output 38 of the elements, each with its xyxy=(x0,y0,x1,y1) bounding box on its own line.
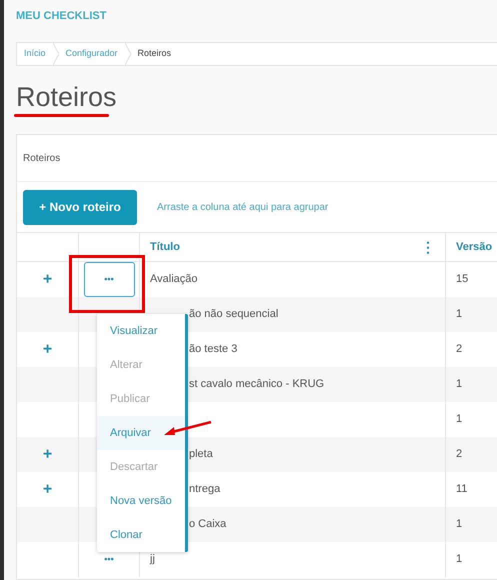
table-cell-text: o Caixa xyxy=(189,517,226,532)
page-title: Roteiros xyxy=(16,84,117,111)
table-cell-text: 1 xyxy=(456,412,462,428)
breadcrumb-item[interactable]: Configurador xyxy=(58,47,125,61)
table-cell-text: pleta xyxy=(189,447,213,462)
table-cell-text: 1 xyxy=(456,307,462,322)
table-cell-text: 1 xyxy=(456,377,462,392)
table-cell-text: ão teste 3 xyxy=(189,342,238,358)
table-cell-text: ão não sequencial xyxy=(189,307,278,322)
menu-item[interactable]: Visualizar xyxy=(97,314,185,348)
card-title: Roteiros xyxy=(23,152,60,166)
breadcrumb-item[interactable]: Início xyxy=(17,47,53,61)
expand-icon[interactable]: + xyxy=(42,478,52,502)
expand-icon[interactable]: + xyxy=(42,442,52,466)
table-cell-text: st cavalo mecânico - KRUG xyxy=(189,377,324,392)
app-title[interactable]: MEU CHECKLIST xyxy=(16,8,106,24)
table-cell-text: 1 xyxy=(456,517,462,532)
table-cell-text: Avaliação xyxy=(150,272,198,288)
menu-item[interactable]: Nova versão xyxy=(97,484,185,518)
table-cell-text: ntrega xyxy=(189,482,220,498)
table-cell-text: 2 xyxy=(456,447,462,462)
breadcrumb-item: Roteiros xyxy=(136,47,172,60)
new-roteiro-button[interactable]: + Novo roteiro xyxy=(23,190,137,224)
expand-icon[interactable]: + xyxy=(42,338,52,362)
arrow-annotation xyxy=(164,421,212,437)
actions-button[interactable]: ••• xyxy=(84,262,134,297)
column-header[interactable]: Versão xyxy=(446,233,497,261)
table-cell-text: jj xyxy=(150,552,155,568)
menu-item[interactable]: Arquivar xyxy=(97,416,185,450)
expand-icon[interactable]: + xyxy=(42,268,52,292)
group-hint: Arraste a coluna até aqui para agrupar xyxy=(157,200,328,214)
column-header[interactable]: Título ⋮ xyxy=(140,233,446,261)
column-menu-icon[interactable]: ⋮ xyxy=(421,236,435,258)
column-title[interactable]: Título xyxy=(150,238,180,256)
table-cell-text: 1 xyxy=(456,552,462,568)
table-cell-text: 2 xyxy=(456,342,462,358)
table-cell-text: 11 xyxy=(456,482,468,498)
table-cell-text: 15 xyxy=(456,272,468,288)
